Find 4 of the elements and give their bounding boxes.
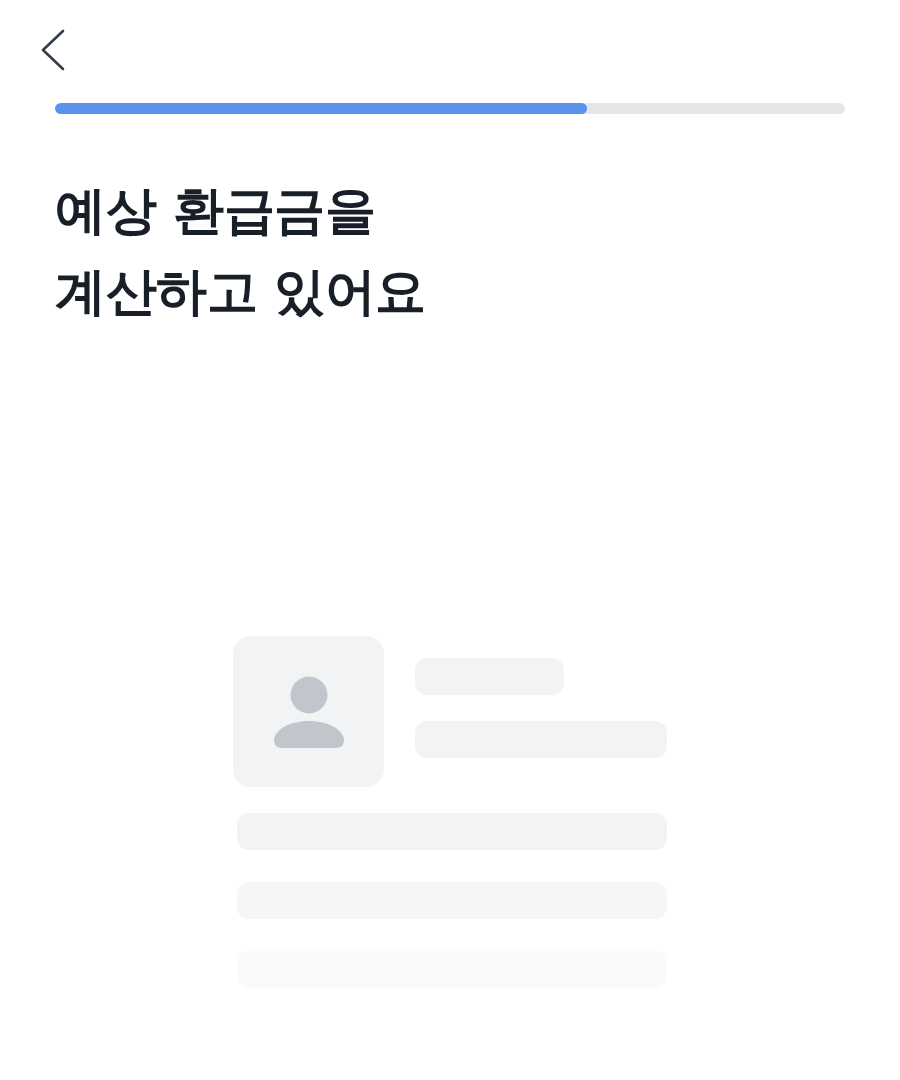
chevron-left-icon xyxy=(40,29,66,71)
page-title: 예상 환급금을 계산하고 있어요 xyxy=(55,180,426,323)
back-button[interactable] xyxy=(40,29,66,71)
person-icon xyxy=(273,675,344,748)
